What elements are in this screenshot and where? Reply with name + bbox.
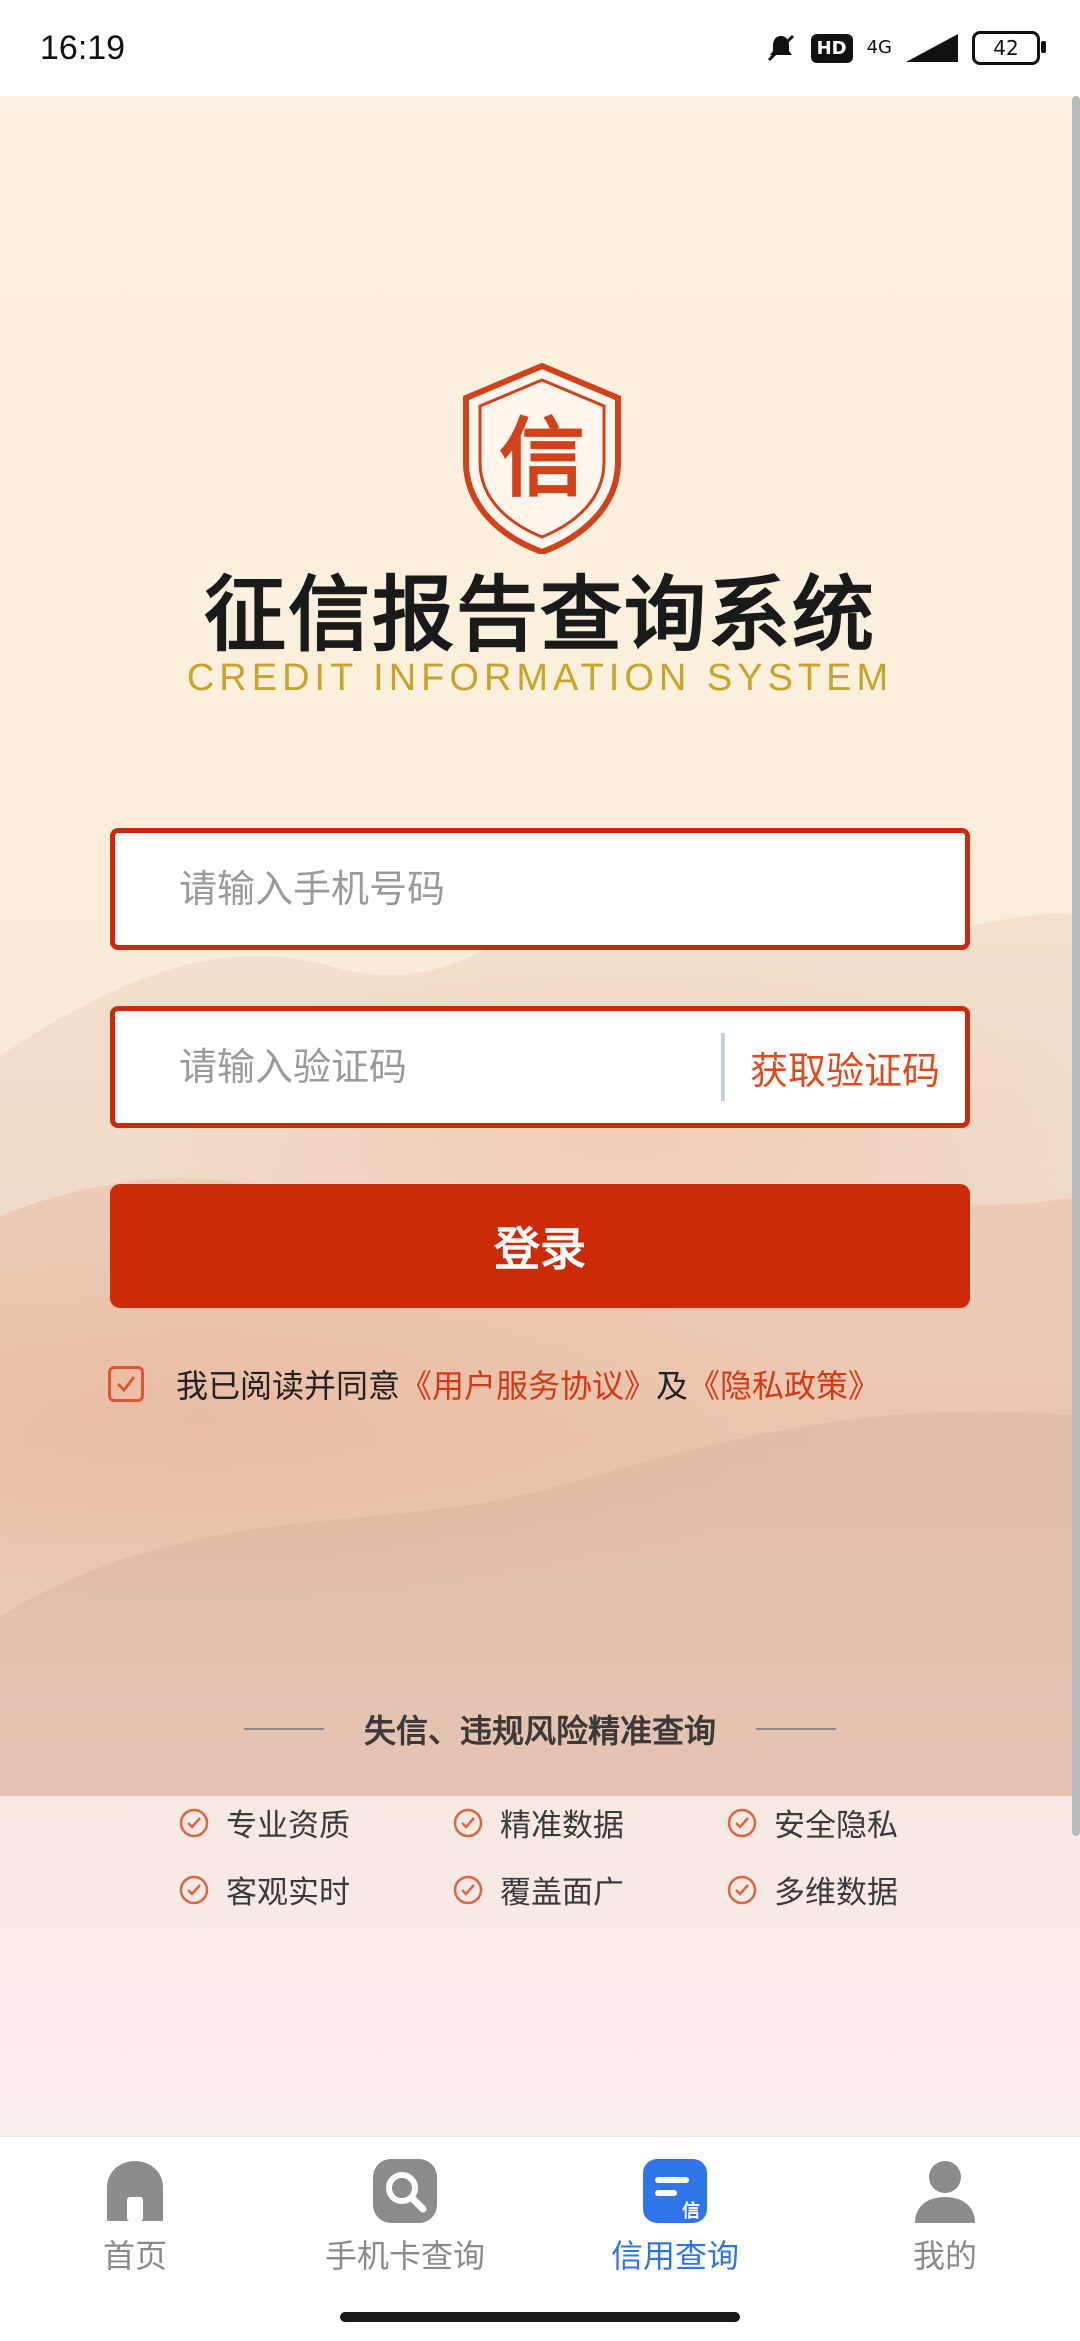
verification-code-field: 获取验证码	[110, 1006, 970, 1128]
bottom-tab-bar: 首页 手机卡查询 信 信用查询 我的	[0, 2136, 1080, 2341]
feature-label: 多维数据	[774, 1875, 898, 1911]
agreement-prefix: 我已阅读并同意	[176, 1367, 401, 1405]
tab-label: 手机卡查询	[324, 2237, 485, 2275]
tab-phone-card-query[interactable]: 手机卡查询	[270, 2137, 540, 2341]
feature-label: 客观实时	[226, 1875, 350, 1911]
credit-doc-icon: 信	[643, 2159, 707, 2223]
heading-line-right	[756, 1728, 836, 1730]
credit-shield-logo: 信	[463, 362, 621, 554]
network-type: 4G	[866, 37, 892, 58]
page-title: 征信报告查询系统	[203, 567, 876, 663]
battery-icon: 42	[972, 31, 1046, 65]
check-circle-icon	[453, 1808, 483, 1837]
status-bar: 16:19 HD 4G 42	[0, 0, 1080, 96]
feature-label: 覆盖面广	[500, 1875, 624, 1911]
mute-icon	[767, 34, 794, 62]
home-indicator[interactable]	[340, 2312, 740, 2322]
search-icon	[373, 2159, 437, 2223]
agreement-checkbox[interactable]	[108, 1366, 144, 1402]
features-heading-text: 失信、违规风险精准查询	[363, 1712, 716, 1750]
phone-field	[110, 828, 970, 950]
signal-icon	[906, 34, 958, 62]
home-icon	[107, 2161, 163, 2221]
privacy-policy-link[interactable]: 《隐私政策》	[688, 1361, 880, 1407]
scrollbar[interactable]	[1072, 96, 1080, 1836]
tab-home[interactable]: 首页	[0, 2137, 270, 2341]
feature-label: 精准数据	[500, 1808, 624, 1844]
logo-char: 信	[499, 409, 585, 509]
get-code-button[interactable]: 获取验证码	[725, 1040, 965, 1095]
feature-item: 安全隐私	[726, 1800, 958, 1845]
check-circle-icon	[727, 1808, 757, 1837]
status-time: 16:19	[40, 28, 126, 67]
feature-label: 安全隐私	[774, 1808, 898, 1844]
check-circle-icon	[179, 1875, 209, 1904]
feature-item: 覆盖面广	[452, 1867, 726, 1912]
feature-label: 专业资质	[226, 1808, 350, 1844]
tab-label: 我的	[912, 2237, 977, 2275]
phone-input[interactable]	[115, 832, 965, 946]
heading-line-left	[243, 1728, 324, 1730]
check-icon	[116, 1376, 136, 1393]
agreement-row: 我已阅读并同意 《用户服务协议》 及 《隐私政策》	[108, 1362, 880, 1406]
user-icon	[915, 2161, 975, 2223]
tab-mine[interactable]: 我的	[810, 2137, 1080, 2341]
feature-item: 精准数据	[452, 1800, 726, 1845]
verification-code-input[interactable]	[115, 1010, 721, 1124]
status-icons: HD 4G 42	[765, 31, 1046, 65]
tab-label: 信用查询	[610, 2237, 739, 2275]
battery-level: 42	[993, 36, 1019, 60]
feature-item: 客观实时	[178, 1867, 452, 1912]
login-button[interactable]: 登录	[110, 1184, 970, 1308]
check-circle-icon	[727, 1875, 757, 1904]
tab-credit-query[interactable]: 信 信用查询	[540, 2137, 810, 2341]
feature-item: 专业资质	[178, 1800, 452, 1845]
agreement-conjunction: 及	[656, 1367, 689, 1405]
features-grid: 专业资质 精准数据 安全隐私 客观实时 覆盖面广 多维数据	[178, 1800, 958, 1912]
svg-text:信: 信	[682, 2200, 700, 2222]
check-circle-icon	[179, 1808, 209, 1837]
hd-badge: HD	[810, 33, 853, 63]
service-agreement-link[interactable]: 《用户服务协议》	[400, 1361, 656, 1407]
check-circle-icon	[453, 1875, 483, 1904]
features-heading: 失信、违规风险精准查询	[0, 1706, 1080, 1752]
feature-item: 多维数据	[726, 1867, 958, 1912]
tab-label: 首页	[102, 2237, 167, 2275]
page-subtitle: CREDIT INFORMATION SYSTEM	[186, 657, 894, 699]
